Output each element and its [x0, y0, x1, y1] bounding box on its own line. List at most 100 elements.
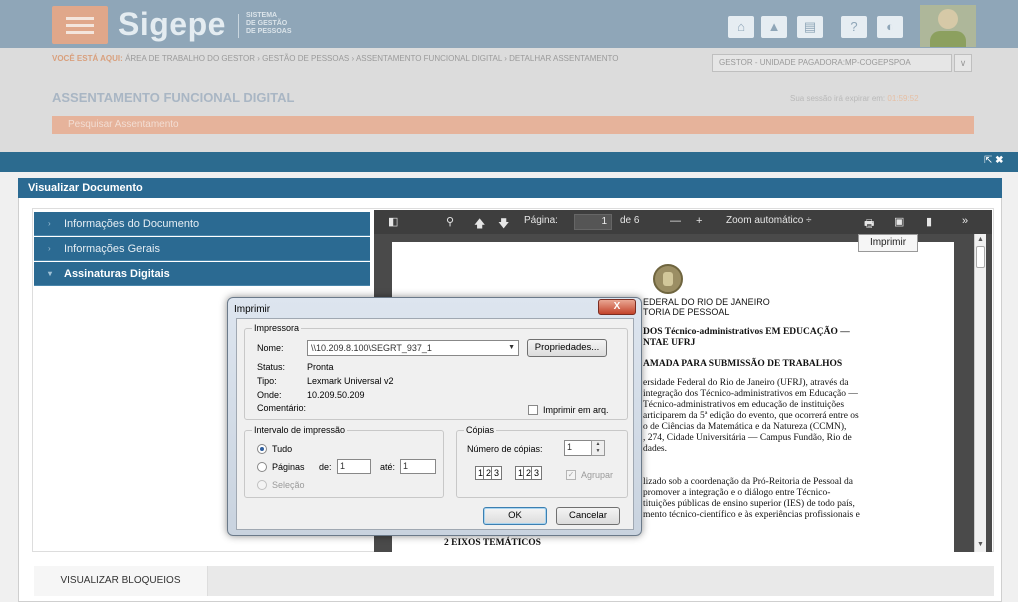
chevron-down-icon[interactable]: ∨ — [954, 54, 972, 72]
doc-line: articiparem da 5ª edição do evento, que … — [643, 411, 859, 421]
to-page-input[interactable]: 1 — [400, 459, 436, 474]
range-all-radio[interactable] — [257, 444, 267, 454]
copies-stepper[interactable]: ▲ ▼ — [591, 440, 605, 456]
breadcrumb: VOCÊ ESTÁ AQUI: ÁREA DE TRABALHO DO GEST… — [52, 54, 619, 63]
doc-section-heading: 2 EIXOS TEMÁTICOS — [444, 538, 541, 548]
doc-line: promover a integração e o diálogo entre … — [643, 488, 831, 498]
printer-select[interactable]: \\10.209.8.100\SEGRT_937_1 ▼ — [307, 340, 519, 356]
doc-line: NTAE UFRJ — [643, 338, 696, 348]
print-icon[interactable]: 🖶 — [864, 215, 874, 234]
type-label: Tipo: — [257, 376, 277, 386]
download-icon[interactable]: ▣ — [894, 215, 904, 228]
printer-group-label: Impressora — [252, 323, 302, 333]
sidebar-toggle-icon[interactable]: ◧ — [388, 215, 398, 228]
range-all-label: Tudo — [272, 444, 293, 454]
comment-label: Comentário: — [257, 403, 307, 413]
pdf-toolbar: ◧ ⚲ 🡅 🡇 Página: 1 de 6 — + Zoom automáti… — [374, 210, 992, 234]
print-tooltip: Imprimir — [858, 234, 918, 252]
doc-line: lizado sob a coordenação da Pró-Reitoria… — [643, 477, 853, 487]
status-value: Pronta — [307, 362, 334, 372]
doc-line: DOS Técnico-administrativos EM EDUCAÇÃO … — [643, 327, 850, 337]
copies-label: Número de cópias: — [467, 444, 543, 454]
accordion-item-digital-signatures[interactable]: ▾ Assinaturas Digitais — [34, 262, 370, 286]
scroll-thumb[interactable] — [976, 246, 985, 268]
session-timer: Sua sessão irá expirar em: 01:59:52 — [790, 94, 919, 103]
close-icon[interactable]: ✖ — [995, 155, 1003, 166]
zoom-in-icon[interactable]: + — [696, 215, 702, 227]
print-to-file-checkbox[interactable] — [528, 405, 538, 415]
where-value: 10.209.50.209 — [307, 390, 365, 400]
search-icon[interactable]: ⚲ — [446, 215, 454, 228]
close-button[interactable]: X — [598, 299, 636, 315]
collate-checkbox[interactable]: ✓ — [566, 470, 576, 480]
avatar[interactable] — [920, 5, 976, 47]
scroll-down-icon[interactable]: ▼ — [977, 541, 984, 548]
doc-line: tituições públicas de ensino superior (I… — [643, 499, 855, 509]
view-blocks-button[interactable]: VISUALIZAR BLOQUEIOS — [34, 566, 208, 596]
contrast-icon[interactable]: ◐ — [877, 16, 903, 38]
menu-icon[interactable] — [52, 6, 108, 44]
logo-subtitle: SISTEMA DE GESTÃO DE PESSOAS — [246, 12, 292, 35]
from-label: de: — [319, 462, 332, 472]
tools-icon[interactable]: » — [962, 215, 968, 227]
print-to-file-label: Imprimir em arq. — [543, 405, 609, 415]
university-seal-icon — [653, 264, 683, 294]
copies-input[interactable]: 1 — [564, 440, 592, 456]
page-number-input[interactable]: 1 — [574, 214, 612, 230]
collate-label: Agrupar — [581, 470, 614, 480]
range-selection-radio[interactable] — [257, 480, 267, 490]
doc-line: dades. — [643, 444, 668, 454]
range-selection-label: Seleção — [272, 480, 305, 490]
popout-icon[interactable]: ⇱ — [984, 155, 992, 166]
copies-group-label: Cópias — [464, 425, 497, 435]
scroll-up-icon[interactable]: ▲ — [977, 236, 984, 243]
range-pages-label: Páginas — [272, 462, 305, 472]
pdf-scrollbar[interactable] — [974, 234, 986, 552]
book-icon[interactable]: ▤ — [797, 16, 823, 38]
page-label: Página: — [524, 215, 558, 226]
modal-strip — [0, 152, 1018, 172]
range-pages-radio[interactable] — [257, 462, 267, 472]
where-label: Onde: — [257, 390, 282, 400]
logo-divider — [238, 14, 239, 38]
status-label: Status: — [257, 362, 286, 372]
from-page-input[interactable]: 1 — [337, 459, 371, 474]
doc-line: Técnico-administrativos em educação de i… — [643, 400, 845, 410]
page-title: ASSENTAMENTO FUNCIONAL DIGITAL — [52, 90, 295, 105]
doc-line: o de Ciências da Matemática e da Naturez… — [643, 422, 847, 432]
tab-search-assentamento[interactable]: Pesquisar Assentamento — [52, 116, 974, 134]
zoom-select[interactable]: Zoom automático ÷ — [726, 215, 812, 226]
chevron-right-icon: › — [48, 244, 51, 253]
role-select[interactable]: GESTOR - UNIDADE PAGADORA:MP-COGEPSPOA — [712, 54, 952, 72]
ok-button[interactable]: OK — [483, 507, 547, 525]
next-page-icon[interactable]: 🡇 — [498, 215, 509, 234]
bell-icon[interactable]: ▲ — [761, 16, 787, 38]
to-label: até: — [380, 462, 396, 472]
type-value: Lexmark Universal v2 — [307, 376, 394, 386]
chevron-down-icon: ▼ — [508, 344, 515, 351]
doc-line: mento técnico-científico e às experiênci… — [643, 510, 860, 520]
page-total: de 6 — [620, 215, 640, 226]
cancel-button[interactable]: Cancelar — [556, 507, 620, 525]
app-logo: Sigepe — [118, 6, 226, 42]
doc-line: ersidade Federal do Rio de Janeiro (UFRJ… — [643, 378, 849, 388]
collate-illustration-icon: 123 — [515, 466, 542, 480]
panel-title: Visualizar Documento — [18, 178, 1002, 198]
doc-line: AMADA PARA SUBMISSÃO DE TRABALHOS — [643, 359, 843, 369]
modal-window-controls: ⇱ ✖ — [984, 155, 1004, 166]
chevron-right-icon: › — [48, 219, 51, 228]
home-icon[interactable]: ⌂ — [728, 16, 754, 38]
bookmark-icon[interactable]: ▮ — [926, 215, 932, 228]
print-range-label: Intervalo de impressão — [252, 425, 348, 435]
doc-line: integração dos Técnico-administrativos e… — [643, 389, 858, 399]
zoom-out-icon[interactable]: — — [670, 215, 681, 227]
doc-line: , 274, Cidade Universitária — Campus Fun… — [643, 433, 852, 443]
previous-page-icon[interactable]: 🡅 — [474, 215, 485, 234]
accordion-item-document-info[interactable]: › Informações do Documento — [34, 212, 370, 236]
name-label: Nome: — [257, 343, 284, 353]
chevron-down-icon: ▾ — [48, 269, 53, 278]
properties-button[interactable]: Propriedades... — [527, 339, 607, 357]
help-icon[interactable]: ? — [841, 16, 867, 38]
dialog-title: Imprimir — [234, 304, 271, 315]
accordion-item-general-info[interactable]: › Informações Gerais — [34, 237, 370, 261]
